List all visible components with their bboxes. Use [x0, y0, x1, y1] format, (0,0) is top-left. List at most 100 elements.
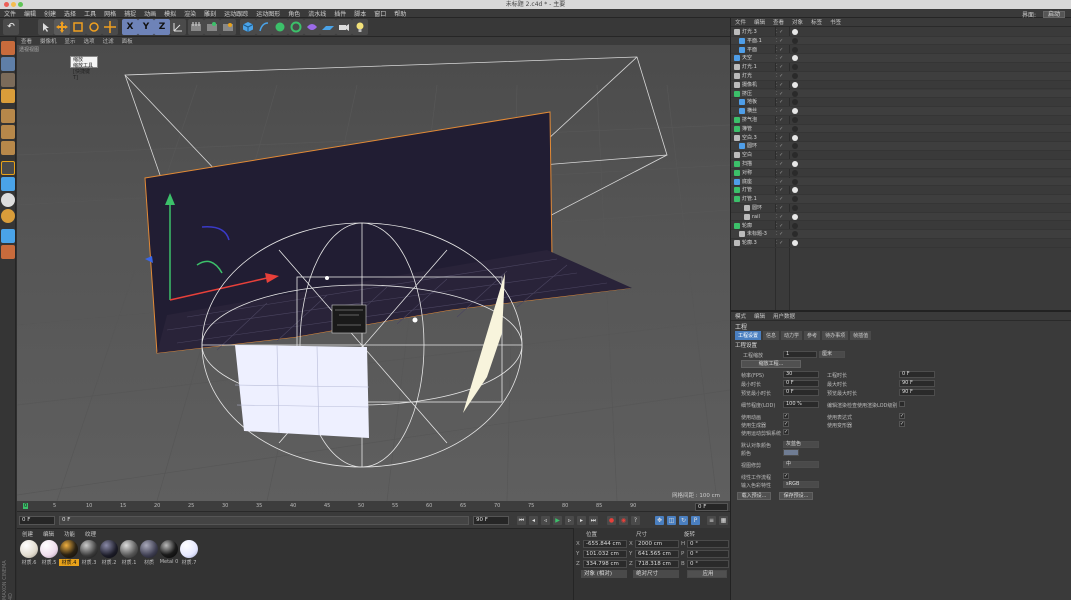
menu-item[interactable]: 文件: [0, 9, 20, 18]
key-scale-icon[interactable]: ◫: [667, 516, 676, 525]
default-object-color-select[interactable]: 灰蓝色: [783, 441, 819, 448]
linear-workflow-checkbox[interactable]: ✓: [783, 473, 789, 479]
position-z-field[interactable]: 334.798 cm: [583, 560, 627, 568]
material-swatch[interactable]: 材质.5: [39, 540, 59, 568]
object-name[interactable]: 轮廓.3: [742, 239, 757, 247]
key-position-icon[interactable]: ✥: [655, 516, 664, 525]
material-menu-item[interactable]: 编辑: [38, 530, 59, 538]
material-tag-icon[interactable]: [792, 231, 798, 238]
object-row[interactable]: rail ⁚ ✓: [731, 212, 1071, 222]
key-rotation-icon[interactable]: ↻: [679, 516, 688, 525]
object-row[interactable]: 平面 ⁚ ✓: [731, 46, 1071, 55]
timeline-menu-icon[interactable]: ≡: [707, 516, 716, 525]
object-row[interactable]: 扫描 ⁚ ✓: [731, 160, 1071, 169]
object-row[interactable]: 灯光.1 ⁚ ✓: [731, 63, 1071, 72]
material-swatch[interactable]: Metal 0: [159, 540, 179, 568]
object-row[interactable]: 对称 ⁚ ✓: [731, 169, 1071, 178]
material-swatch[interactable]: 材质.6: [19, 540, 39, 568]
material-tag-icon[interactable]: [792, 205, 798, 211]
attribute-menu-item[interactable]: 编辑: [750, 312, 769, 320]
viewport-menu-item[interactable]: 面板: [118, 37, 137, 45]
object-row[interactable]: 挤压 ⁚ ✓: [731, 89, 1071, 99]
material-tag-icon[interactable]: [792, 108, 798, 115]
autokey-icon[interactable]: ◉: [619, 516, 628, 525]
render-lod-checkbox[interactable]: [899, 401, 905, 407]
material-swatch[interactable]: 材质.3: [79, 540, 99, 568]
axis-y-button[interactable]: Y: [138, 19, 154, 35]
menu-item[interactable]: 雕刻: [200, 9, 220, 18]
rotation-b-field[interactable]: 0 °: [687, 560, 729, 568]
select-arrow-icon[interactable]: [38, 19, 54, 35]
material-menu-item[interactable]: 纹理: [80, 530, 101, 538]
menu-item[interactable]: 插件: [330, 9, 350, 18]
object-name[interactable]: 横丝: [747, 107, 757, 115]
object-name[interactable]: 空白: [742, 151, 752, 159]
material-tag-icon[interactable]: [792, 46, 798, 53]
material-tag-icon[interactable]: [792, 117, 798, 123]
object-name[interactable]: 扫描: [742, 160, 752, 168]
object-row[interactable]: 未标题-3 ⁚ ✓: [731, 230, 1071, 239]
edges-mode-icon[interactable]: [1, 125, 15, 139]
project-time-field[interactable]: 0 F: [899, 371, 935, 378]
lod-field[interactable]: 100 %: [783, 401, 819, 408]
workplane-mode-icon[interactable]: [1, 89, 15, 103]
render-picture-viewer-icon[interactable]: [204, 19, 220, 35]
object-name[interactable]: 空白.3: [742, 134, 757, 142]
use-animation-checkbox[interactable]: ✓: [783, 413, 789, 419]
render-settings-icon[interactable]: [220, 19, 236, 35]
object-row[interactable]: 圆环 ⁚ ✓: [731, 142, 1071, 151]
fps-field[interactable]: 30: [783, 371, 819, 378]
object-name[interactable]: 灯光: [742, 72, 752, 80]
go-to-start-icon[interactable]: ⏮: [517, 516, 526, 525]
object-name[interactable]: 灯光.1: [742, 63, 757, 71]
next-key-icon[interactable]: ▸: [577, 516, 586, 525]
preview-range-slider[interactable]: 0 F: [59, 516, 469, 525]
object-menu-item[interactable]: 编辑: [750, 18, 769, 26]
object-name[interactable]: 平面.1: [747, 37, 762, 45]
menu-item[interactable]: 工具: [80, 9, 100, 18]
viewport-menu-item[interactable]: 摄像机: [36, 37, 61, 45]
size-x-field[interactable]: 2000 cm: [635, 540, 679, 548]
menu-item[interactable]: 运动图形: [252, 9, 284, 18]
object-row[interactable]: 空白.3 ⁚ ✓: [731, 134, 1071, 143]
material-swatch[interactable]: 材质.7: [179, 540, 199, 568]
tab-info[interactable]: 信息: [763, 331, 780, 340]
material-tag-icon[interactable]: [792, 29, 798, 35]
apply-button[interactable]: 应用: [687, 570, 727, 578]
menu-item[interactable]: 渲染: [180, 9, 200, 18]
object-menu-item[interactable]: 查看: [769, 18, 788, 26]
frame-ruler[interactable]: 0 5 10 15 20 25 30 35 40 45 50 55 60 65 …: [17, 501, 730, 512]
object-name[interactable]: 灯管: [742, 186, 752, 194]
object-name[interactable]: 平面: [747, 46, 757, 54]
use-expressions-checkbox[interactable]: ✓: [899, 413, 905, 419]
object-row[interactable]: 轮廓.3 ⁚ ✓: [731, 239, 1071, 248]
material-tag-icon[interactable]: [792, 37, 798, 44]
material-tag-icon[interactable]: [792, 81, 798, 88]
object-row[interactable]: 摄像机 ⁚ ✓: [731, 81, 1071, 90]
go-to-end-icon[interactable]: ⏭: [589, 516, 598, 525]
object-name[interactable]: 灯光.3: [742, 28, 757, 36]
perspective-viewport[interactable]: 透视视图 网格间距 : 100 cm: [17, 45, 730, 501]
record-icon[interactable]: ●: [607, 516, 616, 525]
axis-z-button[interactable]: Z: [154, 19, 170, 35]
object-menu-item[interactable]: 对象: [788, 18, 807, 26]
material-tag-icon[interactable]: [792, 134, 798, 141]
scale-project-button[interactable]: 缩放工程...: [741, 360, 801, 368]
rotation-h-field[interactable]: 0 °: [687, 540, 729, 548]
material-tag-icon[interactable]: [792, 152, 798, 159]
object-row[interactable]: 天空 ⁚ ✓: [731, 54, 1071, 63]
use-generators-checkbox[interactable]: ✓: [783, 421, 789, 427]
attribute-menu-item[interactable]: 用户数据: [769, 312, 799, 320]
attribute-menu-item[interactable]: 模式: [731, 312, 750, 320]
key-parameter-icon[interactable]: P: [691, 516, 700, 525]
object-row[interactable]: 灯管.1 ⁚ ✓: [731, 195, 1071, 204]
make-editable-icon[interactable]: [1, 41, 15, 55]
size-y-field[interactable]: 641.565 cm: [635, 550, 679, 558]
object-row[interactable]: 挤气泡 ⁚ ✓: [731, 116, 1071, 125]
material-tag-icon[interactable]: [792, 64, 798, 71]
object-row[interactable]: 底座 ⁚ ✓: [731, 177, 1071, 187]
polygons-mode-icon[interactable]: [1, 141, 15, 155]
object-name[interactable]: 摄像机: [742, 81, 757, 89]
end-frame-field[interactable]: 90 F: [473, 516, 509, 525]
use-motion-system-checkbox[interactable]: ✓: [783, 429, 789, 435]
